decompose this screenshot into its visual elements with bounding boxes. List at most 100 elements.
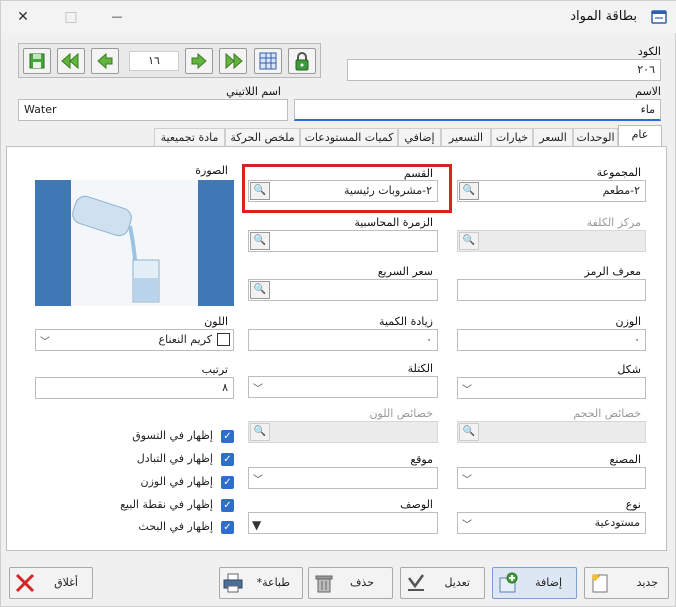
edit-icon — [408, 574, 425, 591]
show-in-exchange-checkbox[interactable]: ✓ — [221, 453, 234, 466]
close-button[interactable]: أغلاق — [9, 567, 93, 599]
print-button-label: طباعة* — [256, 576, 290, 589]
tab-pricing[interactable]: التسعير — [441, 128, 491, 148]
lock-button[interactable] — [288, 48, 316, 74]
first-record-button[interactable] — [57, 48, 85, 74]
show-in-search-label: إظهار في البحث — [138, 520, 213, 533]
item-card-window: ✕ □ — بطاقة المواد ١٦ الكود ٢٠٦ الاسم ما… — [0, 0, 676, 607]
window-minimize-button[interactable]: — — [107, 7, 127, 27]
trash-icon — [315, 575, 333, 593]
symbol-id-field[interactable] — [457, 279, 646, 301]
show-in-pos-checkbox[interactable]: ✓ — [221, 499, 234, 512]
tab-options[interactable]: خيارات — [491, 128, 533, 148]
group-value: ٢-مطعم — [602, 184, 640, 197]
new-button-label: جديد — [636, 576, 658, 589]
lock-icon — [295, 52, 309, 71]
edit-button[interactable]: تعديل — [400, 567, 485, 599]
window-close-button[interactable]: ✕ — [13, 7, 33, 27]
new-button[interactable]: جديد — [584, 567, 669, 599]
cost-center-label: مركز الكلفة — [586, 216, 641, 229]
tab-assembly-item[interactable]: مادة تجميعية — [154, 128, 225, 148]
qty-increase-label: زيادة الكمية — [379, 315, 433, 328]
size-props-label: خصائص الحجم — [573, 407, 641, 420]
quick-price-search-icon[interactable]: 🔍 — [250, 281, 270, 299]
quick-price-field[interactable]: 🔍 — [248, 279, 438, 301]
print-button[interactable]: طباعة* — [219, 567, 303, 599]
tab-warehouse-quantities[interactable]: كميات المستودعات — [300, 128, 398, 148]
triangle-down-icon[interactable]: ▼ — [252, 515, 261, 533]
chevron-down-icon: ﹀ — [253, 475, 263, 486]
order-label: ترتيب — [201, 363, 228, 376]
show-in-weight-label: إظهار في الوزن — [140, 475, 213, 488]
last-record-button[interactable] — [219, 48, 247, 74]
new-document-icon — [592, 573, 608, 593]
cost-center-search-icon: 🔍 — [459, 232, 479, 250]
color-swatch — [217, 333, 230, 346]
image-label: الصورة — [195, 164, 228, 177]
tab-extra[interactable]: إضافي — [398, 128, 441, 148]
grid-view-button[interactable] — [254, 48, 282, 74]
title-bar: ✕ □ — بطاقة المواد — [1, 1, 676, 33]
show-in-search-checkbox[interactable]: ✓ — [221, 521, 234, 534]
navigation-toolbar: ١٦ — [18, 43, 321, 78]
manufacturer-label: المصنع — [609, 453, 641, 466]
manufacturer-select[interactable]: ﹀ — [457, 467, 646, 489]
code-label: الكود — [637, 45, 661, 58]
double-arrow-right-icon — [225, 52, 243, 70]
tab-movement-summary[interactable]: ملخص الحركة — [225, 128, 300, 148]
color-value: كريم النعناع — [158, 333, 212, 346]
window-maximize-button[interactable]: □ — [61, 7, 81, 27]
show-in-shopping-label: إظهار في التسوق — [132, 429, 213, 442]
group-label: المجموعة — [596, 166, 641, 179]
order-field[interactable]: ٨ — [35, 377, 234, 399]
show-in-exchange-label: إظهار في التبادل — [136, 452, 213, 465]
group-field[interactable]: ٢-مطعم 🔍 — [457, 180, 646, 202]
weight-field[interactable]: ٠ — [457, 329, 646, 351]
close-icon — [15, 573, 35, 593]
show-in-shopping-checkbox[interactable]: ✓ — [221, 430, 234, 443]
name-label: الاسم — [635, 85, 661, 98]
accounting-group-search-icon[interactable]: 🔍 — [250, 232, 270, 250]
save-icon — [29, 53, 45, 69]
accounting-group-field[interactable]: 🔍 — [248, 230, 438, 252]
section-highlight — [242, 164, 452, 213]
delete-button[interactable]: حذف — [308, 567, 393, 599]
chevron-down-icon: ﹀ — [462, 520, 472, 531]
symbol-id-label: معرف الرمز — [584, 265, 641, 278]
printer-icon — [223, 573, 243, 593]
save-button[interactable] — [23, 48, 51, 74]
name-field[interactable]: ماء — [294, 99, 661, 121]
code-field[interactable]: ٢٠٦ — [347, 59, 661, 81]
tab-price[interactable]: السعر — [533, 128, 573, 148]
next-record-button[interactable] — [185, 48, 213, 74]
record-number[interactable]: ١٦ — [129, 51, 179, 71]
description-field[interactable]: ▼ — [248, 512, 438, 534]
show-in-weight-checkbox[interactable]: ✓ — [221, 476, 234, 489]
color-label: اللون — [204, 315, 228, 328]
size-props-search-icon: 🔍 — [459, 423, 479, 441]
cost-center-field: 🔍 — [457, 230, 646, 252]
shape-label: شكل — [617, 363, 641, 376]
accounting-group-label: الزمرة المحاسبية — [354, 216, 433, 229]
weight-label: الوزن — [615, 315, 641, 328]
latin-name-label: اسم اللاتيني — [226, 85, 281, 98]
chevron-down-icon: ﹀ — [40, 337, 50, 348]
qty-increase-field[interactable]: ٠ — [248, 329, 438, 351]
window-title: بطاقة المواد — [570, 9, 637, 24]
grid-icon — [259, 52, 277, 70]
close-button-label: أغلاق — [54, 576, 78, 589]
shape-select[interactable]: ﹀ — [457, 377, 646, 399]
location-select[interactable]: ﹀ — [248, 467, 438, 489]
add-icon — [499, 572, 518, 593]
block-select[interactable]: ﹀ — [248, 376, 438, 398]
color-select[interactable]: كريم النعناع ﹀ — [35, 329, 234, 351]
tab-units[interactable]: الوحدات — [573, 128, 618, 148]
color-props-search-icon: 🔍 — [250, 423, 270, 441]
group-search-icon[interactable]: 🔍 — [459, 182, 479, 200]
add-button[interactable]: إضافة — [492, 567, 577, 599]
type-select[interactable]: مستودعية ﹀ — [457, 512, 646, 534]
latin-name-field[interactable]: Water — [18, 99, 288, 121]
item-image — [35, 180, 234, 306]
previous-record-button[interactable] — [91, 48, 119, 74]
tab-general[interactable]: عام — [618, 125, 662, 148]
